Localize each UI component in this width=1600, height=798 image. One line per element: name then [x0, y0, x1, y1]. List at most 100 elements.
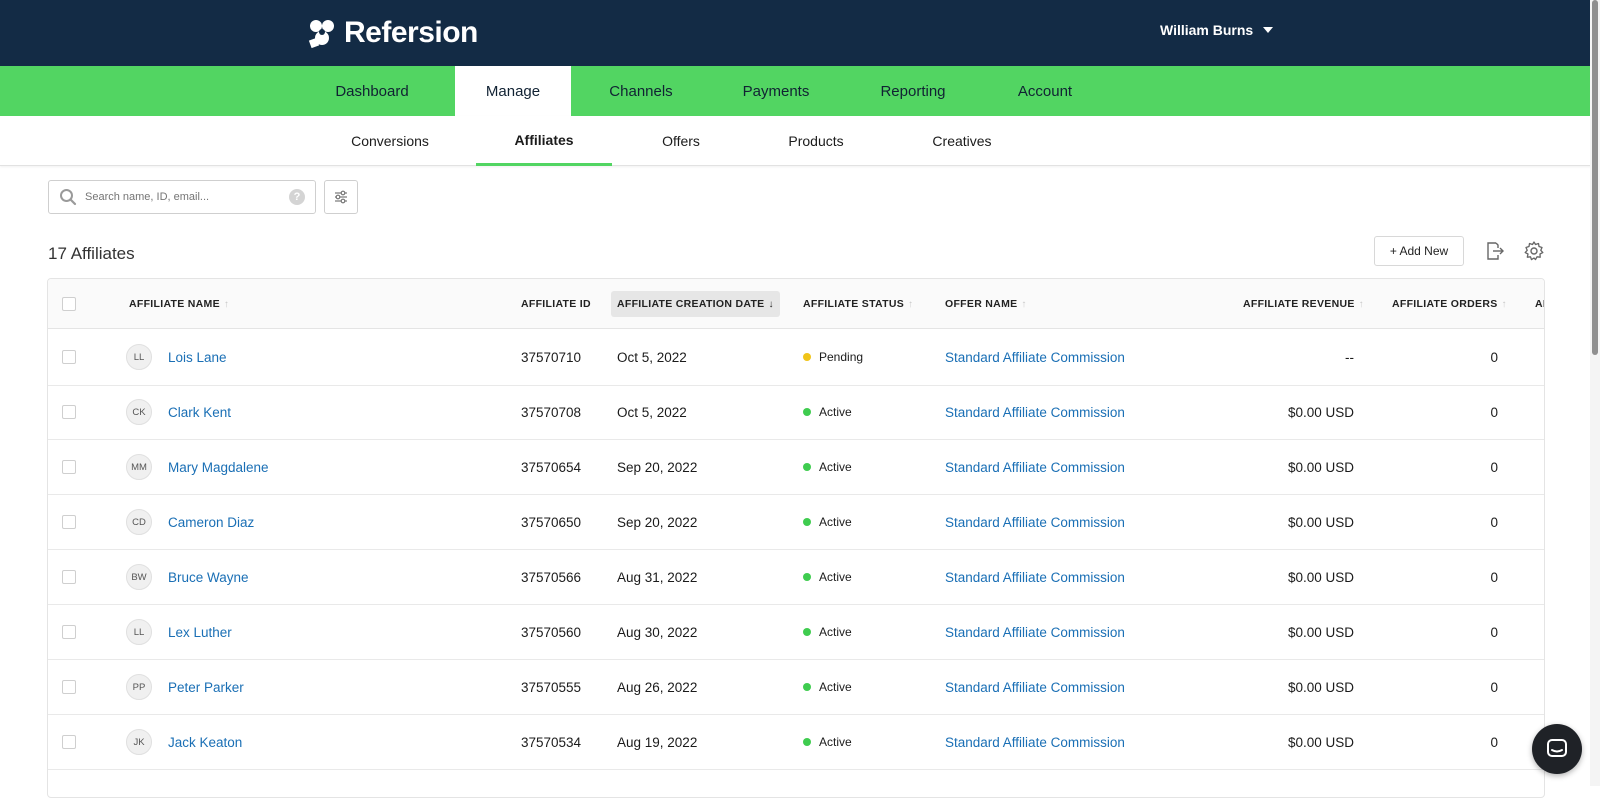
search-icon	[60, 189, 77, 206]
affiliate-revenue: $0.00 USD	[1287, 734, 1354, 750]
col-affiliate-status[interactable]: AFFILIATE STATUS ↑	[803, 279, 913, 329]
table-row[interactable]: MM Mary Magdalene 37570654 Sep 20, 2022 Acti…	[48, 440, 1544, 495]
affiliate-id: 37570710	[521, 349, 582, 365]
export-icon	[1487, 242, 1504, 260]
select-all-checkbox[interactable]	[62, 297, 76, 311]
col-offer-name[interactable]: OFFER NAME ↑	[945, 279, 1027, 329]
tab-manage[interactable]: Manage	[455, 66, 571, 116]
table-row[interactable]: PP Peter Parker 37570555 Aug 26, 2022 Active…	[48, 660, 1544, 715]
row-checkbox[interactable]	[62, 680, 76, 694]
row-checkbox[interactable]	[62, 625, 76, 639]
row-checkbox[interactable]	[62, 515, 76, 529]
avatar-cell: MM	[126, 440, 152, 494]
table-row[interactable]: CK Clark Kent 37570708 Oct 5, 2022 Active Sta…	[48, 385, 1544, 440]
table-row[interactable]: JK Jack Keaton 37570534 Aug 19, 2022 Active S…	[48, 715, 1544, 770]
affiliate-count: 17 Affiliates	[48, 244, 135, 263]
tab-reporting[interactable]: Reporting	[874, 66, 952, 116]
affiliate-name-link[interactable]: Cameron Diaz	[168, 515, 254, 530]
row-checkbox[interactable]	[62, 735, 76, 749]
affiliate-id: 37570650	[521, 514, 582, 530]
user-menu[interactable]: William Burns	[1160, 22, 1274, 38]
offer-name-link[interactable]: Standard Affiliate Commission	[945, 625, 1125, 640]
affiliate-revenue: $0.00 USD	[1287, 569, 1354, 585]
select-all-cell	[62, 279, 76, 329]
status-cell: Active	[803, 605, 852, 659]
table-row[interactable]: LL Lex Luther 37570560 Aug 30, 2022 Active St…	[48, 605, 1544, 660]
offer-name-link[interactable]: Standard Affiliate Commission	[945, 515, 1125, 530]
col-affiliate-name[interactable]: AFFILIATE NAME ↑	[129, 279, 229, 329]
col-affiliate-id: AFFILIATE ID	[521, 279, 591, 329]
affiliate-name-cell: Clark Kent	[168, 385, 231, 439]
sort-arrow-down-icon: ↓	[768, 298, 774, 310]
status-dot-icon	[803, 353, 811, 361]
offer-name-link[interactable]: Standard Affiliate Commission	[945, 350, 1125, 365]
tab-account[interactable]: Account	[1012, 66, 1078, 116]
subtab-affiliates[interactable]: Affiliates	[476, 116, 612, 166]
affiliate-name-cell: Lex Luther	[168, 605, 232, 659]
table-row[interactable]: LL Lois Lane 37570710 Oct 5, 2022 Pending Sta…	[48, 329, 1544, 386]
tab-payments[interactable]: Payments	[738, 66, 814, 116]
affiliate-name-link[interactable]: Mary Magdalene	[168, 460, 269, 475]
col-label: AFFILIATE ORDERS	[1392, 298, 1498, 310]
row-select-cell	[62, 385, 76, 439]
status-dot-icon	[803, 408, 811, 416]
affiliate-orders: 0	[1490, 569, 1498, 585]
row-select-cell	[62, 605, 76, 659]
affiliate-revenue: $0.00 USD	[1287, 514, 1354, 530]
refersion-logo[interactable]: Refersion	[306, 16, 478, 50]
search-input[interactable]	[85, 191, 289, 203]
status-cell: Active	[803, 440, 852, 494]
status-dot-icon	[803, 463, 811, 471]
sort-arrow-icon: ↑	[223, 298, 230, 310]
offer-cell: Standard Affiliate Commission	[945, 329, 1125, 385]
table-row[interactable]: BW Bruce Wayne 37570566 Aug 31, 2022 Active S…	[48, 550, 1544, 605]
affiliate-id: 37570654	[521, 459, 582, 475]
affiliate-id: 37570708	[521, 404, 582, 420]
row-select-cell	[62, 440, 76, 494]
status-badge: Active	[819, 460, 852, 474]
affiliate-name-link[interactable]: Jack Keaton	[168, 735, 242, 750]
offer-cell: Standard Affiliate Commission	[945, 715, 1125, 769]
add-new-button[interactable]: + Add New	[1374, 236, 1464, 266]
affiliate-name-link[interactable]: Lex Luther	[168, 625, 232, 640]
col-affiliate-orders[interactable]: AFFILIATE ORDERS ↑	[1392, 279, 1507, 329]
table-row[interactable]: CD Cameron Diaz 37570650 Sep 20, 2022 Active…	[48, 495, 1544, 550]
subtab-conversions[interactable]: Conversions	[348, 116, 432, 166]
offer-name-link[interactable]: Standard Affiliate Commission	[945, 680, 1125, 695]
offer-name-link[interactable]: Standard Affiliate Commission	[945, 405, 1125, 420]
scrollbar-thumb[interactable]	[1592, 0, 1598, 355]
offer-name-link[interactable]: Standard Affiliate Commission	[945, 735, 1125, 750]
affiliate-name-link[interactable]: Clark Kent	[168, 405, 231, 420]
row-checkbox[interactable]	[62, 570, 76, 584]
creation-date: Aug 31, 2022	[617, 569, 698, 585]
export-button[interactable]	[1481, 238, 1507, 264]
row-checkbox[interactable]	[62, 405, 76, 419]
status-badge: Active	[819, 735, 852, 749]
creation-date: Aug 19, 2022	[617, 734, 698, 750]
affiliate-name-link[interactable]: Bruce Wayne	[168, 570, 249, 585]
tab-channels[interactable]: Channels	[606, 66, 676, 116]
tab-dashboard[interactable]: Dashboard	[335, 66, 408, 116]
affiliate-orders: 0	[1490, 349, 1498, 365]
affiliate-name-link[interactable]: Lois Lane	[168, 350, 227, 365]
subtab-products[interactable]: Products	[782, 116, 850, 166]
avatar: CD	[126, 509, 152, 535]
offer-name-link[interactable]: Standard Affiliate Commission	[945, 570, 1125, 585]
offer-name-link[interactable]: Standard Affiliate Commission	[945, 460, 1125, 475]
row-checkbox[interactable]	[62, 460, 76, 474]
page-scrollbar[interactable]	[1590, 0, 1600, 786]
col-affiliate-revenue[interactable]: AFFILIATE REVENUE ↑	[1243, 279, 1364, 329]
chat-launcher-button[interactable]	[1532, 724, 1582, 774]
col-truncated[interactable]: AI	[1535, 279, 1544, 329]
subtab-creatives[interactable]: Creatives	[924, 116, 1000, 166]
filter-button[interactable]	[324, 180, 358, 214]
help-icon[interactable]: ?	[289, 189, 305, 205]
col-creation-date[interactable]: AFFILIATE CREATION DATE ↓	[611, 291, 780, 317]
affiliate-name-link[interactable]: Peter Parker	[168, 680, 244, 695]
settings-button[interactable]	[1521, 238, 1547, 264]
row-checkbox[interactable]	[62, 350, 76, 364]
affiliate-orders: 0	[1490, 404, 1498, 420]
top-bar: Refersion William Burns	[0, 0, 1600, 66]
subtab-offers[interactable]: Offers	[654, 116, 708, 166]
status-badge: Active	[819, 515, 852, 529]
